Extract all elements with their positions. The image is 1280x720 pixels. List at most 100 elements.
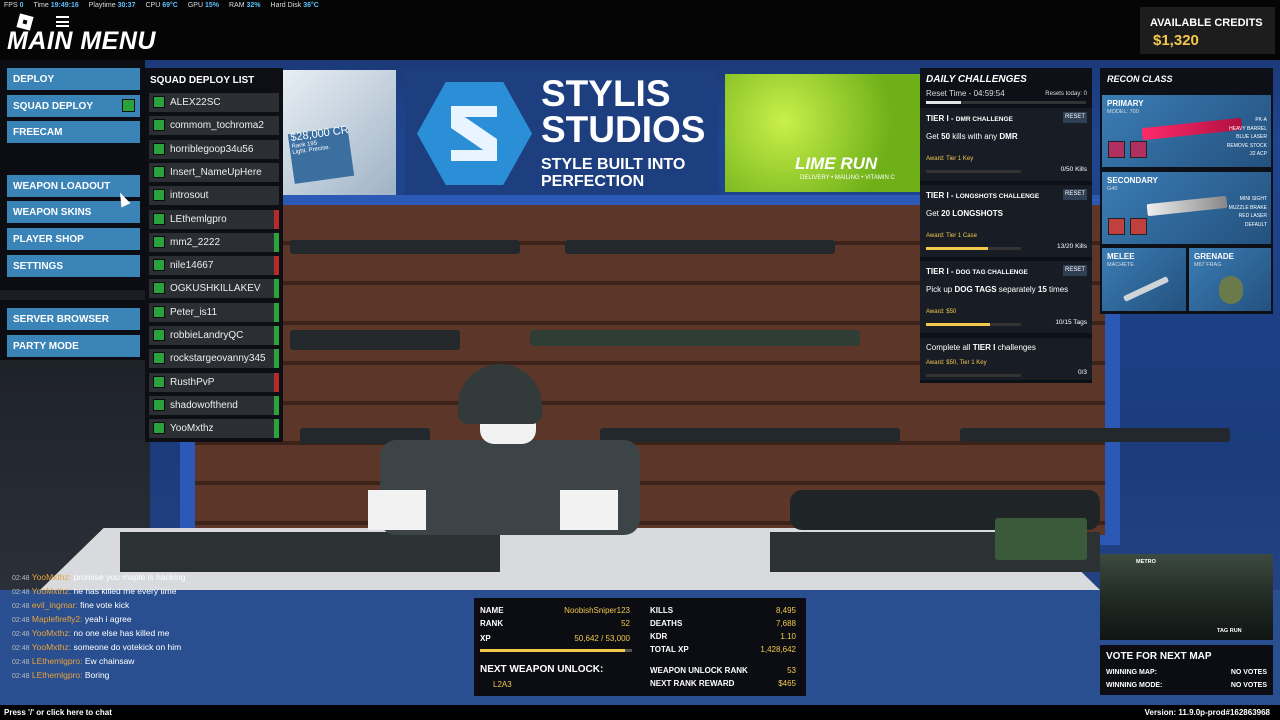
chat-hint[interactable]: Press '/' or click here to chat bbox=[4, 708, 112, 717]
player-checkbox[interactable] bbox=[153, 142, 165, 155]
grenade-label: GRENADE bbox=[1194, 252, 1235, 261]
squad-player-row[interactable]: mm2_2222 bbox=[149, 232, 279, 252]
challenge-award: Award: Tier 1 Case bbox=[926, 233, 977, 239]
attachment-icon bbox=[1108, 218, 1125, 235]
primary-weapon-slot[interactable]: PRIMARY MODEL: 700 PK-A HEAVY BARREL BLUE … bbox=[1102, 95, 1271, 167]
player-checkbox[interactable] bbox=[153, 235, 165, 248]
hamburger-menu-icon[interactable] bbox=[56, 16, 69, 27]
player-checkbox[interactable] bbox=[153, 329, 165, 341]
player-shop-button[interactable]: PLAYER SHOP bbox=[7, 228, 140, 250]
challenge-count: 10/15 Tags bbox=[1055, 319, 1087, 326]
player-checkbox[interactable] bbox=[153, 305, 165, 318]
melee-slot[interactable]: MELEE MACHETE bbox=[1102, 248, 1186, 311]
lime-run-title: LIME RUN bbox=[795, 154, 878, 173]
challenge-description: Pick up DOG TAGS separately 15 times bbox=[926, 285, 1069, 294]
challenge-card-final: Complete all TIER I challenges Award: $50… bbox=[920, 338, 1092, 380]
player-name: LEthemlgpro bbox=[170, 213, 227, 225]
player-checkbox[interactable] bbox=[153, 398, 165, 411]
squad-player-row[interactable]: Peter_is11 bbox=[149, 302, 279, 322]
player-name: introsout bbox=[170, 190, 209, 202]
squad-player-row[interactable]: LEthemlgpro bbox=[149, 209, 279, 229]
chat-message: 02:48 YooMxthz: he has killed me every t… bbox=[12, 586, 177, 596]
challenge-reset-button[interactable]: RESET bbox=[1063, 265, 1087, 276]
player-checkbox[interactable] bbox=[153, 119, 165, 132]
vote-panel[interactable]: VOTE FOR NEXT MAP WINNING MAP: NO VOTES … bbox=[1100, 645, 1273, 695]
attachment-name: HEAVY BARREL bbox=[1229, 125, 1267, 132]
player-checkbox[interactable] bbox=[153, 212, 165, 225]
player-name: YooMxthz bbox=[170, 423, 214, 435]
attachment-name: REMOVE STOCK bbox=[1226, 142, 1267, 149]
squad-player-row[interactable]: ALEX22SC bbox=[149, 93, 279, 112]
wall-rifle bbox=[290, 240, 520, 254]
player-status-indicator bbox=[274, 232, 279, 252]
player-name: OGKUSHKILLAKEV bbox=[170, 283, 261, 295]
machete-image bbox=[1122, 276, 1170, 302]
player-checkbox[interactable] bbox=[153, 422, 165, 435]
class-title: RECON CLASS bbox=[1107, 74, 1173, 84]
player-name: shadowofthend bbox=[170, 399, 238, 411]
squad-player-row[interactable]: shadowofthend bbox=[149, 395, 279, 415]
squad-player-row[interactable]: horriblegoop34u56 bbox=[149, 139, 279, 159]
player-checkbox[interactable] bbox=[153, 96, 165, 108]
player-name: ALEX22SC bbox=[170, 97, 221, 108]
map-name: METRO bbox=[1136, 559, 1156, 565]
server-browser-button[interactable]: SERVER BROWSER bbox=[7, 308, 140, 330]
chat-message: 02:48 YooMxthz: someone do votekick on h… bbox=[12, 642, 182, 652]
squad-deploy-checkbox[interactable] bbox=[122, 99, 135, 112]
primary-attachments: PK-A HEAVY BARREL BLUE LASER REMOVE STOCK .3… bbox=[1227, 116, 1267, 159]
challenge-reset-button[interactable]: RESET bbox=[1063, 189, 1087, 200]
squad-player-row[interactable]: nile14667 bbox=[149, 256, 279, 276]
attachment-name: RED LASER bbox=[1238, 213, 1267, 220]
challenge-progress-bar bbox=[926, 170, 1021, 173]
squad-deploy-button[interactable]: SQUAD DEPLOY bbox=[7, 95, 140, 117]
player-checkbox[interactable] bbox=[153, 282, 165, 295]
squad-player-row[interactable]: rockstargeovanny345 bbox=[149, 349, 279, 369]
squad-list-title: SQUAD DEPLOY LIST bbox=[150, 75, 255, 86]
performance-stats: FPS 0 Time 19:49:16 Playtime 30:37 CPU 69°C… bbox=[4, 2, 319, 9]
hud-stat: Hard Disk 36°C bbox=[270, 2, 319, 9]
melee-label: MELEE bbox=[1107, 252, 1135, 261]
stylis-studios-banner: STYLIS STUDIOS STYLE BUILT INTO PERFECTION bbox=[405, 70, 718, 195]
character-arm bbox=[560, 490, 618, 530]
freecam-button[interactable]: FREECAM bbox=[7, 121, 140, 143]
grenade-slot[interactable]: GRENADE M67 FRAG bbox=[1189, 248, 1271, 311]
stylis-logo-icon bbox=[417, 82, 532, 185]
credits-value: $1,320 bbox=[1153, 32, 1199, 49]
chat-message: 02:48 Maplefirefly2: yeah i agree bbox=[12, 614, 132, 624]
chat-message: 02:48 LEthemlgpro: Ew chainsaw bbox=[12, 656, 135, 666]
hud-stat: GPU 15% bbox=[187, 2, 219, 9]
reset-progress bbox=[926, 101, 1086, 104]
player-checkbox[interactable] bbox=[153, 259, 165, 272]
top-bar bbox=[0, 0, 1280, 60]
winning-mode-value: NO VOTES bbox=[1230, 682, 1267, 689]
squad-player-row[interactable]: Insert_NameUpHere bbox=[149, 162, 279, 182]
squad-player-row[interactable]: RusthPvP bbox=[149, 372, 279, 392]
daily-title: DAILY CHALLENGES bbox=[926, 74, 1027, 85]
squad-player-row[interactable]: OGKUSHKILLAKEV bbox=[149, 279, 279, 299]
player-checkbox[interactable] bbox=[153, 375, 165, 388]
squad-player-row[interactable]: YooMxthz bbox=[149, 419, 279, 439]
squad-player-row[interactable]: commom_tochroma2 bbox=[149, 116, 279, 136]
studio-slogan: STYLE BUILT INTO PERFECTION bbox=[541, 156, 686, 190]
player-checkbox[interactable] bbox=[153, 352, 165, 365]
settings-button[interactable]: SETTINGS bbox=[7, 255, 140, 277]
deploy-button[interactable]: DEPLOY bbox=[7, 68, 140, 90]
hud-stat: Playtime 30:37 bbox=[88, 2, 136, 9]
challenge-reset-button[interactable]: RESET bbox=[1063, 112, 1087, 123]
player-name: NoobishSniper123 bbox=[564, 606, 630, 615]
attachment-name: .32 ACP bbox=[1248, 151, 1267, 158]
player-status-indicator bbox=[274, 302, 279, 322]
party-mode-button[interactable]: PARTY MODE bbox=[7, 335, 140, 357]
player-stats-panel: NAME NoobishSniper123 RANK 52 XP 50,642 … bbox=[474, 598, 806, 696]
player-status-indicator bbox=[274, 139, 279, 159]
player-checkbox[interactable] bbox=[153, 189, 165, 202]
squad-player-row[interactable]: robbieLandryQC bbox=[149, 326, 279, 345]
lime-run-subtitle: DELIVERY • MAILING • VITAMIN C bbox=[800, 175, 895, 181]
chat-message: 02:48 YooMxthz: no one else has killed m… bbox=[12, 628, 170, 638]
player-checkbox[interactable] bbox=[153, 165, 165, 178]
challenge-title: TIER I - DMR CHALLENGE bbox=[926, 114, 1013, 123]
squad-player-row[interactable]: introsout bbox=[149, 186, 279, 206]
secondary-weapon-slot[interactable]: SECONDARY G40 MINI SIGHT MUZZLE BRAKE RED … bbox=[1102, 172, 1271, 244]
player-status-indicator bbox=[274, 279, 279, 299]
melee-model: MACHETE bbox=[1107, 262, 1134, 268]
